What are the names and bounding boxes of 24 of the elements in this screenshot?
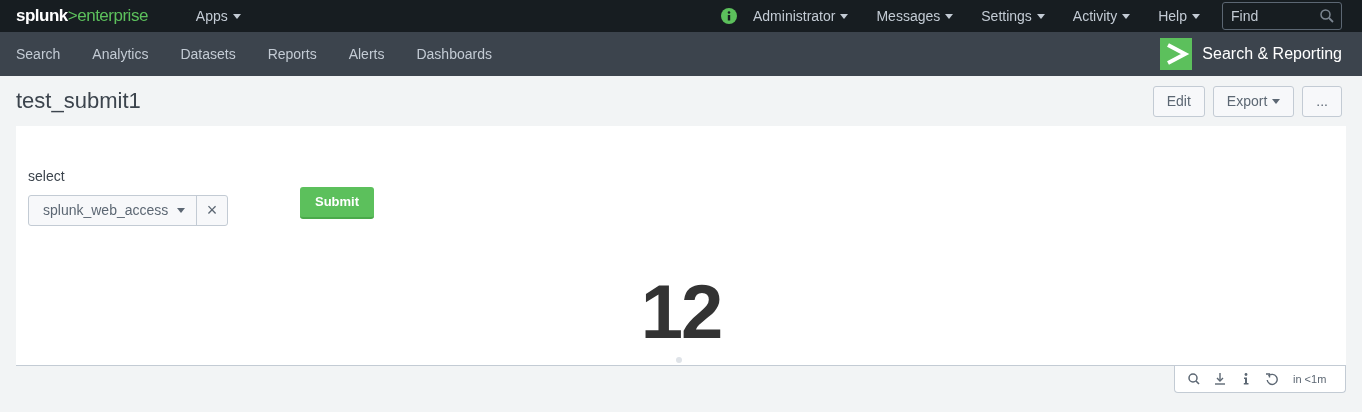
input-label: select xyxy=(28,167,66,186)
dashboard-title: test_submit1 xyxy=(16,87,141,115)
logo[interactable]: splunk>enterprise xyxy=(16,3,148,29)
refresh-time: in <1m xyxy=(1293,371,1327,387)
dropdown[interactable]: splunk_web_access xyxy=(29,196,196,225)
nav-tab[interactable]: Analytics xyxy=(76,43,165,65)
app-name: Search & Reporting xyxy=(1202,44,1342,64)
single-value: 12 xyxy=(640,269,722,354)
nav-tab[interactable]: Dashboards xyxy=(400,43,508,65)
menu-item[interactable]: Activity xyxy=(1058,5,1145,27)
apps-menu[interactable]: Apps xyxy=(181,5,255,27)
menu-item[interactable]: Settings xyxy=(967,5,1059,27)
search-field[interactable]: Find xyxy=(1222,2,1342,30)
nav-tab[interactable]: Alerts xyxy=(332,43,401,65)
menu-item[interactable]: Help xyxy=(1144,5,1214,27)
nav-tab[interactable]: Search xyxy=(0,43,77,65)
menu-item[interactable]: Messages xyxy=(862,5,968,27)
nav-tab[interactable]: Datasets xyxy=(164,43,252,65)
toolbar-button[interactable]: Edit xyxy=(1152,85,1205,117)
menu-item[interactable]: Administrator xyxy=(739,5,863,27)
toolbar-button[interactable]: Export xyxy=(1212,85,1295,117)
toolbar-button[interactable]: ... xyxy=(1302,85,1342,117)
clear-button[interactable]: × xyxy=(196,196,227,225)
nav-tab[interactable]: Reports xyxy=(251,43,333,65)
